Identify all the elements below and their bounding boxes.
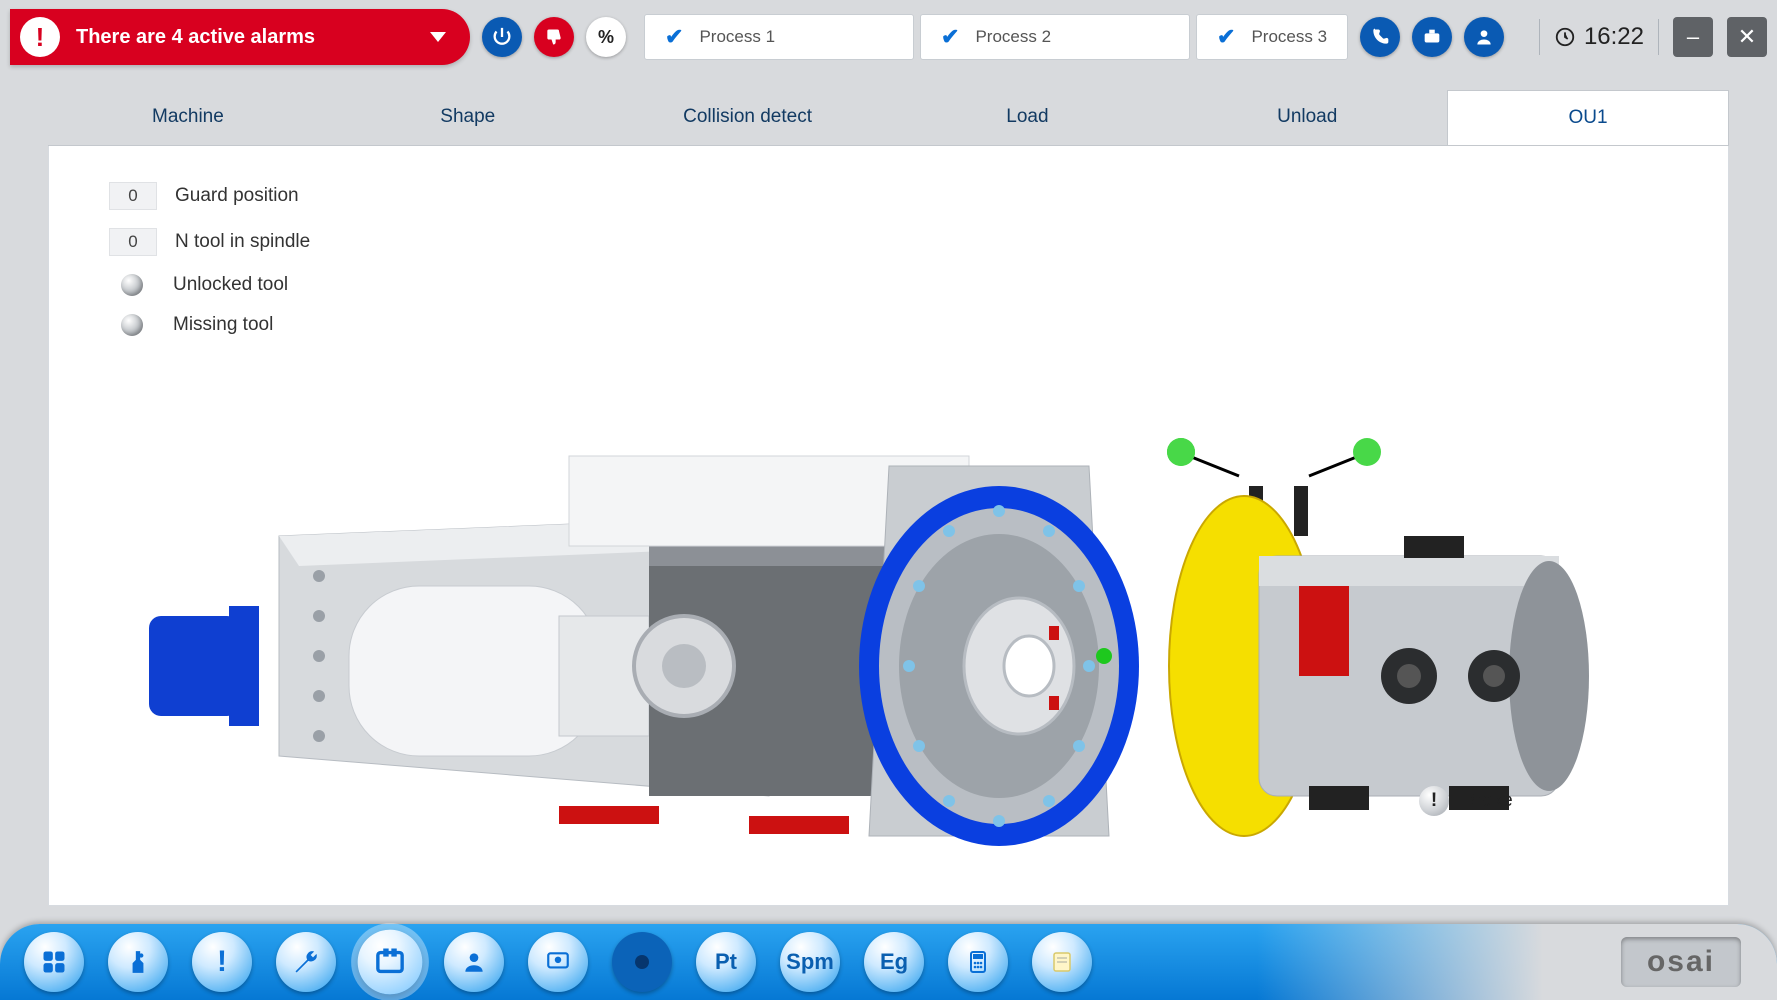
layout-icon xyxy=(374,946,406,978)
user-icon xyxy=(461,949,487,975)
status-tool-in-spindle: 0 N tool in spindle xyxy=(109,228,310,256)
clock-area: 16:22 – ✕ xyxy=(1539,17,1767,57)
user-icon xyxy=(1474,27,1494,47)
process-tab-2[interactable]: ✔ Process 2 xyxy=(920,14,1190,60)
calculator-icon xyxy=(966,950,990,974)
check-icon: ✔ xyxy=(1217,24,1235,50)
status-list: 0 Guard position 0 N tool in spindle Unl… xyxy=(109,182,310,336)
bottom-bar: ! Pt Spm Eg osai xyxy=(0,924,1777,1000)
monitor-gear-icon xyxy=(545,949,571,975)
percent-icon: % xyxy=(598,27,614,48)
exclaim-icon: ! xyxy=(217,945,227,979)
check-icon: ✔ xyxy=(941,24,959,50)
alarm-text: There are 4 active alarms xyxy=(76,26,315,49)
brand-logo: osai xyxy=(1621,937,1741,987)
brake-indicator: ! Brake xyxy=(1419,786,1513,816)
wrench-icon xyxy=(292,948,320,976)
divider xyxy=(1539,19,1540,55)
clock: 16:22 xyxy=(1554,23,1644,51)
led-indicator-icon xyxy=(121,274,143,296)
thumbs-down-icon xyxy=(544,27,564,47)
machine-button[interactable] xyxy=(1412,17,1452,57)
note-icon xyxy=(1050,950,1074,974)
value-box: 0 xyxy=(109,182,157,210)
divider xyxy=(1658,19,1659,55)
subtab-load[interactable]: Load xyxy=(887,90,1167,145)
process-label: Process 1 xyxy=(699,27,775,47)
subtab-unload[interactable]: Unload xyxy=(1167,90,1447,145)
brake-label: Brake xyxy=(1463,790,1513,812)
record-button[interactable] xyxy=(612,932,672,992)
alarm-banner[interactable]: ! There are 4 active alarms xyxy=(10,9,470,65)
notes-button[interactable] xyxy=(1032,932,1092,992)
process-label: Process 2 xyxy=(975,27,1051,47)
dot-icon xyxy=(635,955,649,969)
main-panel: 0 Guard position 0 N tool in spindle Unl… xyxy=(48,146,1729,906)
pt-button[interactable]: Pt xyxy=(696,932,756,992)
process-tab-3[interactable]: ✔ Process 3 xyxy=(1196,14,1348,60)
check-icon: ✔ xyxy=(665,24,683,50)
settings-button[interactable] xyxy=(276,932,336,992)
process-tab-1[interactable]: ✔ Process 1 xyxy=(644,14,914,60)
user-button[interactable] xyxy=(1464,17,1504,57)
status-label: Unlocked tool xyxy=(173,274,288,296)
power-button[interactable] xyxy=(482,17,522,57)
clock-text: 16:22 xyxy=(1584,23,1644,51)
operator-button[interactable] xyxy=(444,932,504,992)
close-button[interactable]: ✕ xyxy=(1727,17,1767,57)
value-box: 0 xyxy=(109,228,157,256)
caret-down-icon xyxy=(430,32,446,42)
sub-tabs: Machine Shape Collision detect Load Unlo… xyxy=(48,90,1729,146)
dashboard-button[interactable] xyxy=(24,932,84,992)
subtab-ou1[interactable]: OU1 xyxy=(1447,90,1729,145)
phone-button[interactable] xyxy=(1360,17,1400,57)
tool-button[interactable] xyxy=(108,932,168,992)
spm-label: Spm xyxy=(786,949,834,975)
bottom-bar-fade: osai xyxy=(1257,924,1777,1000)
calculator-button[interactable] xyxy=(948,932,1008,992)
minimize-button[interactable]: – xyxy=(1673,17,1713,57)
program-button[interactable] xyxy=(528,932,588,992)
spm-button[interactable]: Spm xyxy=(780,932,840,992)
eg-button[interactable]: Eg xyxy=(864,932,924,992)
pt-label: Pt xyxy=(715,949,737,975)
process-tabs: ✔ Process 1 ✔ Process 2 ✔ Process 3 xyxy=(644,14,1348,60)
power-icon xyxy=(491,26,513,48)
alarm-exclaim-icon: ! xyxy=(20,17,60,57)
brake-icon: ! xyxy=(1419,786,1449,816)
status-unlocked-tool: Unlocked tool xyxy=(109,274,310,296)
status-guard-position: 0 Guard position xyxy=(109,182,310,210)
alert-button[interactable]: ! xyxy=(192,932,252,992)
subtab-collision[interactable]: Collision detect xyxy=(608,90,888,145)
subtab-shape[interactable]: Shape xyxy=(328,90,608,145)
phone-icon xyxy=(1370,27,1390,47)
clock-icon xyxy=(1554,26,1576,48)
status-label: Guard position xyxy=(175,185,299,207)
top-bar: ! There are 4 active alarms % ✔ Process … xyxy=(0,0,1777,74)
status-label: N tool in spindle xyxy=(175,231,310,253)
grid-icon xyxy=(40,948,68,976)
subtab-machine[interactable]: Machine xyxy=(48,90,328,145)
percent-button[interactable]: % xyxy=(586,17,626,57)
drill-icon xyxy=(125,949,151,975)
eg-label: Eg xyxy=(880,949,908,975)
machine-icon xyxy=(1421,26,1443,48)
thumbs-down-button[interactable] xyxy=(534,17,574,57)
layout-button[interactable] xyxy=(358,930,423,995)
process-label: Process 3 xyxy=(1251,27,1327,47)
